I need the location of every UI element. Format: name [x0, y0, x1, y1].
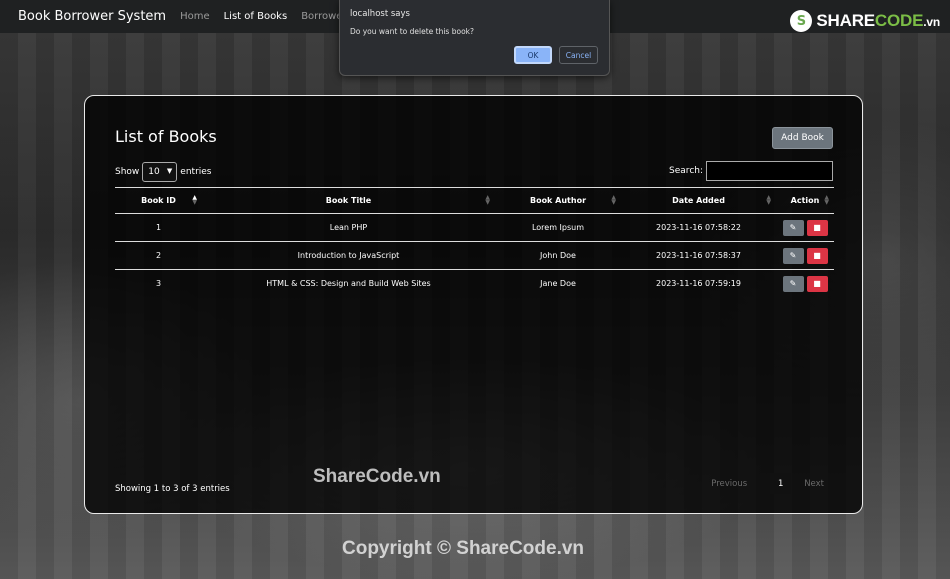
- sort-icon: ▲ ▼: [824, 194, 829, 206]
- trash-icon: ■: [813, 279, 821, 288]
- books-table: Book ID ▲ ▼ Book Title ▲ ▼ Book Author ▲ ▼ Dat…: [115, 187, 834, 297]
- col-date-added[interactable]: Date Added ▲ ▼: [621, 187, 776, 214]
- cell-book-id: 3: [155, 279, 162, 288]
- delete-button[interactable]: ■: [806, 247, 828, 264]
- nav-list-of-books[interactable]: List of Books: [224, 11, 288, 22]
- cell-book-title: HTML & CSS: Design and Build Web Sites: [266, 279, 431, 288]
- brand[interactable]: Book Borrower System: [18, 9, 166, 24]
- cell-book-author: Jane Doe: [540, 279, 576, 288]
- logo-text: SHARECODE.vn: [816, 11, 940, 31]
- page-title: List of Books: [115, 127, 217, 146]
- trash-icon: ■: [813, 251, 821, 260]
- table-row: 1 Lean PHP Lorem Ipsum 2023-11-16 07:58:…: [115, 213, 834, 242]
- sort-icon: ▲ ▼: [766, 194, 771, 206]
- delete-button[interactable]: ■: [806, 275, 828, 292]
- table-info: Showing 1 to 3 of 3 entries: [115, 484, 230, 494]
- cell-book-title: Introduction to JavaScript: [202, 241, 495, 270]
- trash-icon: ■: [813, 223, 821, 232]
- logo-prefix: SHARE: [816, 11, 875, 30]
- add-book-button[interactable]: Add Book: [772, 127, 833, 149]
- chevron-down-icon: ▼: [166, 167, 173, 175]
- logo-tld: .vn: [923, 15, 940, 29]
- col-book-author[interactable]: Book Author ▲ ▼: [495, 187, 621, 214]
- table-row: 2 Introduction to JavaScript John Doe 20…: [115, 241, 834, 270]
- pencil-icon: ✎: [789, 251, 797, 260]
- logo-mark-icon: S: [790, 10, 813, 32]
- entries-label: entries: [180, 167, 212, 177]
- cell-book-title: Lean PHP: [202, 213, 495, 242]
- sharecode-logo: S SHARECODE.vn: [790, 9, 940, 33]
- cell-date-added: 2023-11-16 07:59:19: [656, 279, 741, 288]
- cell-action: ✎ ■: [776, 270, 834, 298]
- copyright-text: Copyright © ShareCode.vn: [342, 538, 585, 559]
- cell-action: ✎ ■: [776, 213, 834, 242]
- table-row: 3 HTML & CSS: Design and Build Web Sites…: [115, 270, 834, 298]
- cell-date-added: 2023-11-16 07:58:37: [621, 241, 776, 270]
- col-date-added-label: Date Added: [672, 196, 725, 205]
- cell-date-added: 2023-11-16 07:58:22: [621, 213, 776, 242]
- sort-icon: ▲ ▼: [192, 194, 197, 206]
- pencil-icon: ✎: [789, 223, 797, 232]
- dialog-origin: localhost says: [350, 9, 410, 19]
- col-action-label: Action: [790, 196, 820, 205]
- cell-book-id: 2: [115, 241, 202, 270]
- edit-button[interactable]: ✎: [782, 275, 804, 292]
- entries-value: 10: [148, 167, 160, 177]
- page-1-button[interactable]: 1: [770, 473, 792, 494]
- logo-accent: CODE: [874, 11, 924, 30]
- entries-length: Show 10 ▼ entries: [115, 162, 212, 182]
- cell-book-id: 1: [115, 213, 202, 242]
- cell-book-author: John Doe: [495, 241, 621, 270]
- watermark-text: ShareCode.vn: [313, 466, 441, 487]
- sort-icon: ▲ ▼: [485, 194, 490, 206]
- delete-button[interactable]: ■: [806, 219, 828, 236]
- cancel-button[interactable]: Cancel: [559, 46, 598, 64]
- books-card: List of Books Add Book Show 10 ▼ entries…: [84, 95, 863, 514]
- search-label: Search:: [669, 166, 703, 176]
- previous-button[interactable]: Previous: [711, 479, 747, 489]
- dialog-message: Do you want to delete this book?: [350, 27, 474, 36]
- show-label: Show: [115, 167, 140, 177]
- col-book-id-label: Book ID: [141, 196, 176, 205]
- confirm-dialog: localhost says Do you want to delete thi…: [339, 0, 610, 76]
- col-book-title[interactable]: Book Title ▲ ▼: [202, 187, 495, 214]
- ok-button[interactable]: OK: [514, 46, 552, 64]
- nav-home[interactable]: Home: [180, 11, 210, 22]
- col-book-id[interactable]: Book ID ▲ ▼: [115, 187, 202, 214]
- cell-action: ✎ ■: [776, 241, 834, 270]
- search-input[interactable]: [706, 161, 833, 181]
- col-book-author-label: Book Author: [529, 196, 587, 205]
- col-action[interactable]: Action ▲ ▼: [776, 187, 834, 214]
- pencil-icon: ✎: [789, 279, 797, 288]
- edit-button[interactable]: ✎: [782, 219, 804, 236]
- cell-book-author: Lorem Ipsum: [495, 213, 621, 242]
- search-filter: Search:: [669, 161, 833, 181]
- edit-button[interactable]: ✎: [782, 247, 804, 264]
- col-book-title-label: Book Title: [325, 196, 372, 205]
- entries-select[interactable]: 10 ▼: [142, 162, 178, 182]
- sort-icon: ▲ ▼: [611, 194, 616, 206]
- pagination: Previous 1 Next: [711, 473, 824, 494]
- next-button[interactable]: Next: [804, 479, 824, 489]
